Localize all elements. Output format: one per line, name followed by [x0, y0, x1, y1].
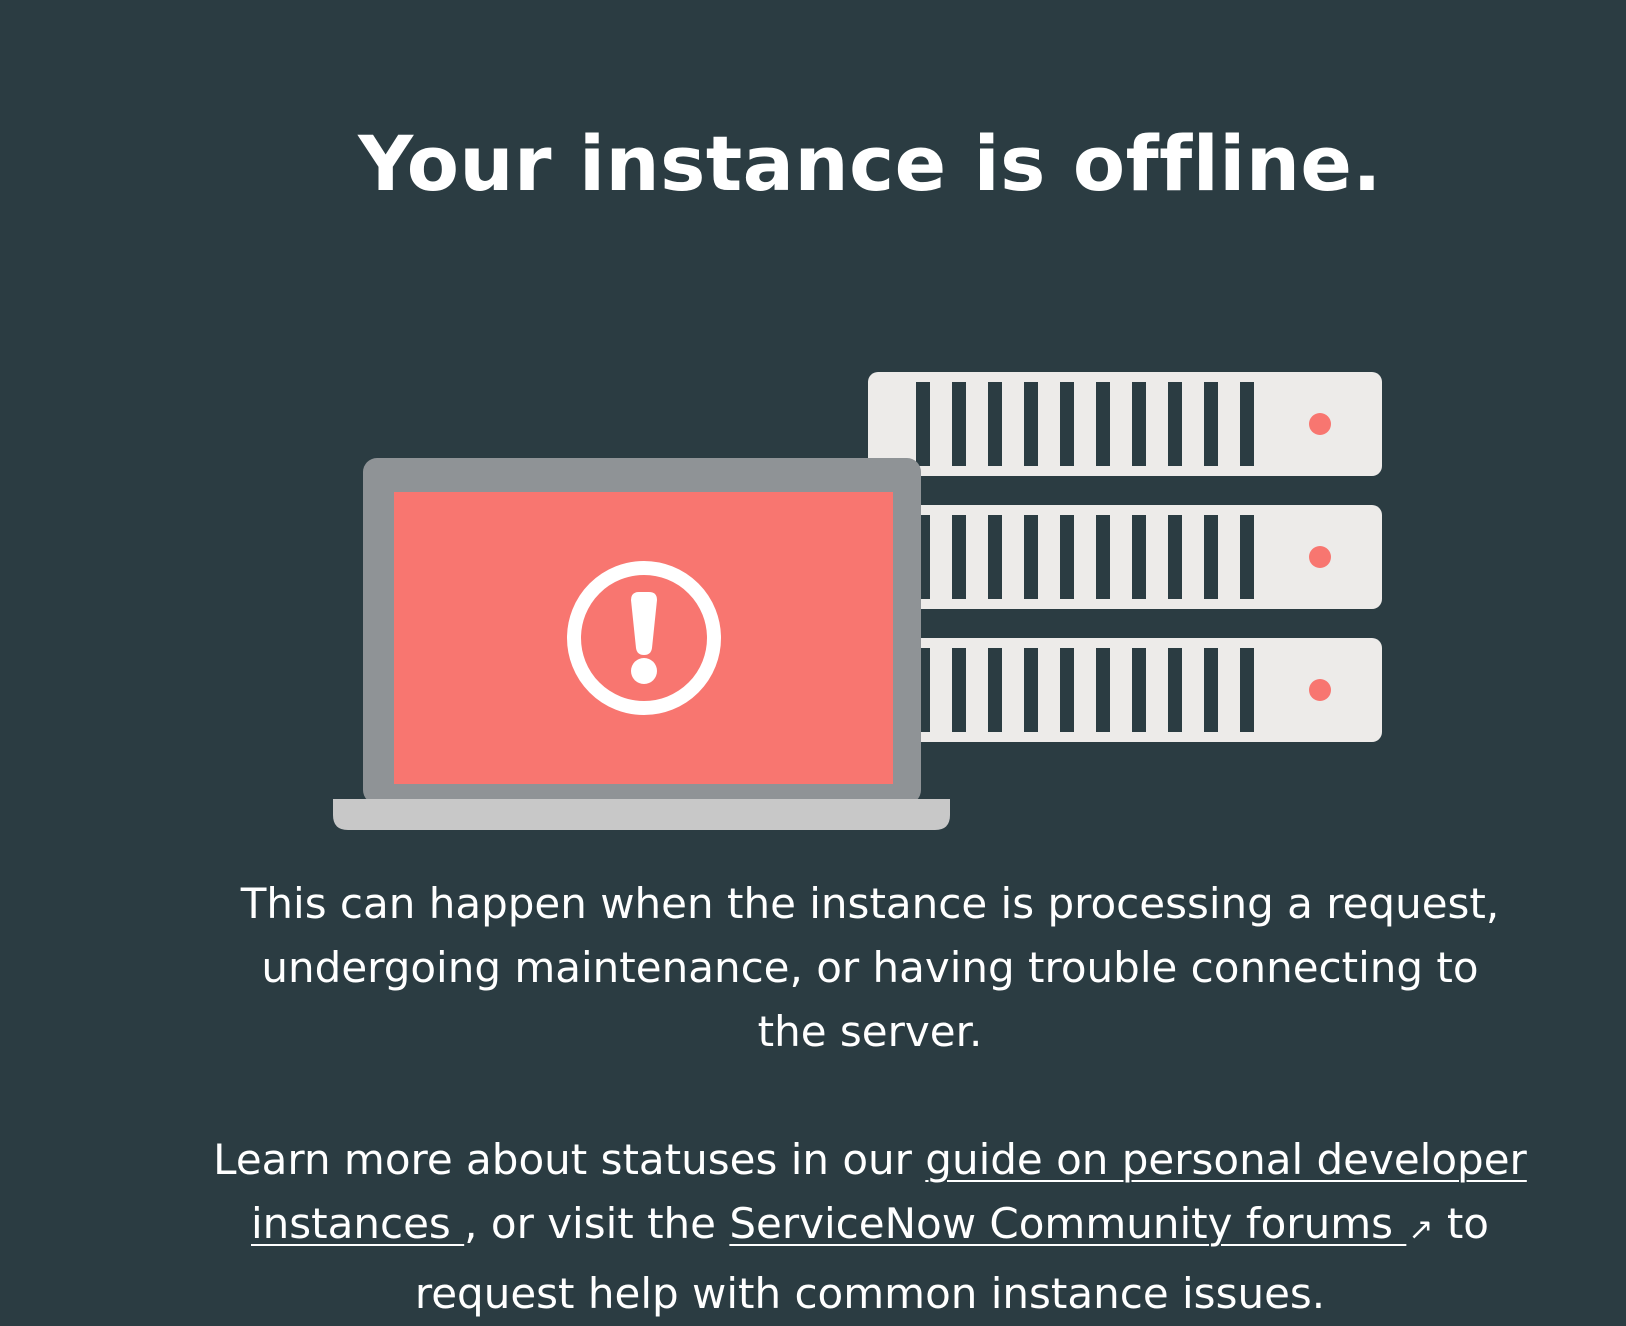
server-unit-middle — [868, 505, 1382, 609]
offline-illustration — [333, 372, 1382, 830]
laptop-base — [333, 799, 950, 830]
laptop — [333, 458, 950, 830]
learn-more-paragraph: Learn more about statuses in our guide o… — [200, 1128, 1540, 1326]
learn-more-middle: , or visit the — [464, 1199, 730, 1248]
offline-description: This can happen when the instance is pro… — [240, 879, 1500, 1056]
offline-page: Your instance is offline. This can happe… — [0, 0, 1626, 1318]
external-link-icon: ↗ — [1408, 1212, 1434, 1247]
server-rack — [868, 372, 1382, 742]
server-led — [1309, 546, 1331, 568]
community-forums-link[interactable]: ServiceNow Community forums — [729, 1199, 1406, 1248]
server-led — [1309, 413, 1331, 435]
learn-more-prefix: Learn more about statuses in our — [213, 1135, 926, 1184]
server-led — [1309, 679, 1331, 701]
server-unit-top — [868, 372, 1382, 476]
server-unit-bottom — [868, 638, 1382, 742]
